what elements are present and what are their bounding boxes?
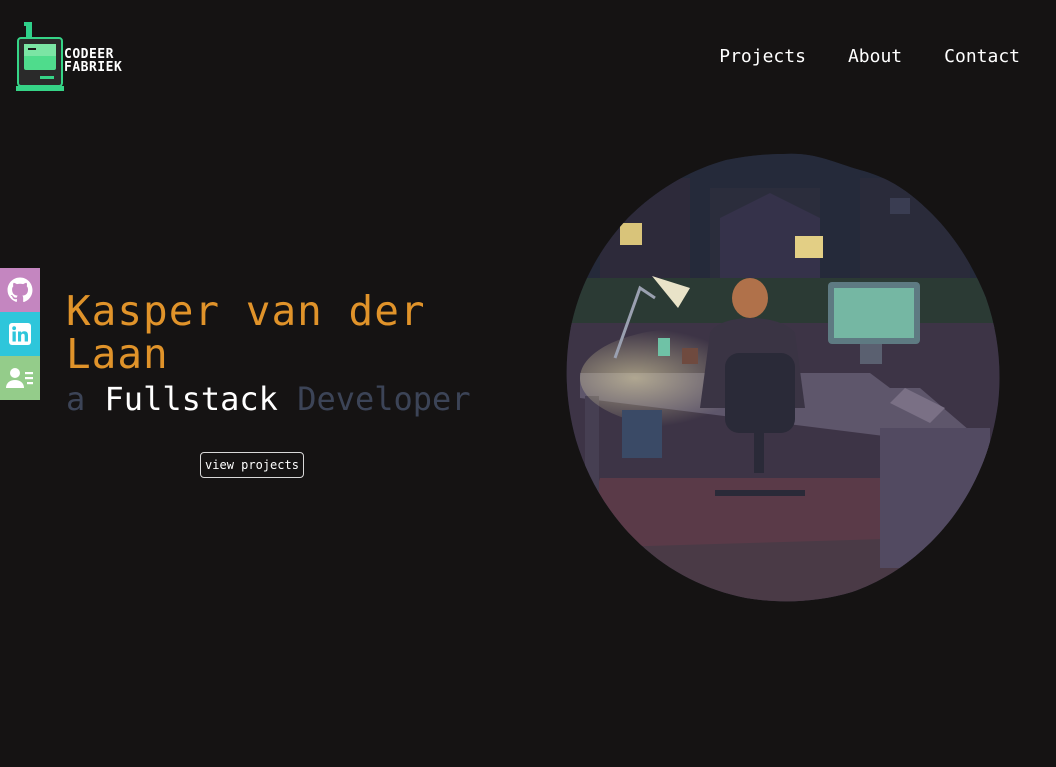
brand-logo[interactable]: CODEER FABRIEK [16,22,156,92]
contact-card-link[interactable] [0,356,40,400]
view-projects-button[interactable]: view projects [200,452,304,478]
subtitle-role: Fullstack [104,380,278,418]
brand-line-2: FABRIEK [64,60,123,75]
subtitle-prefix: a [66,380,86,418]
github-icon [7,277,33,303]
linkedin-link[interactable] [0,312,40,356]
hero-name: Kasper van der Laan [66,287,426,378]
nav-about[interactable]: About [848,46,902,67]
main-nav: Projects About Contact [719,46,1020,67]
subtitle-suffix: Developer [297,380,471,418]
contact-card-icon [6,368,33,388]
retro-computer-icon [16,22,64,91]
linkedin-icon [9,323,31,345]
github-link[interactable] [0,268,40,312]
nav-contact[interactable]: Contact [944,46,1020,67]
social-sidebar [0,268,40,400]
hero-illustration [566,153,1000,602]
nav-projects[interactable]: Projects [719,46,806,67]
hero-subtitle: a Fullstack Developer [66,380,471,418]
